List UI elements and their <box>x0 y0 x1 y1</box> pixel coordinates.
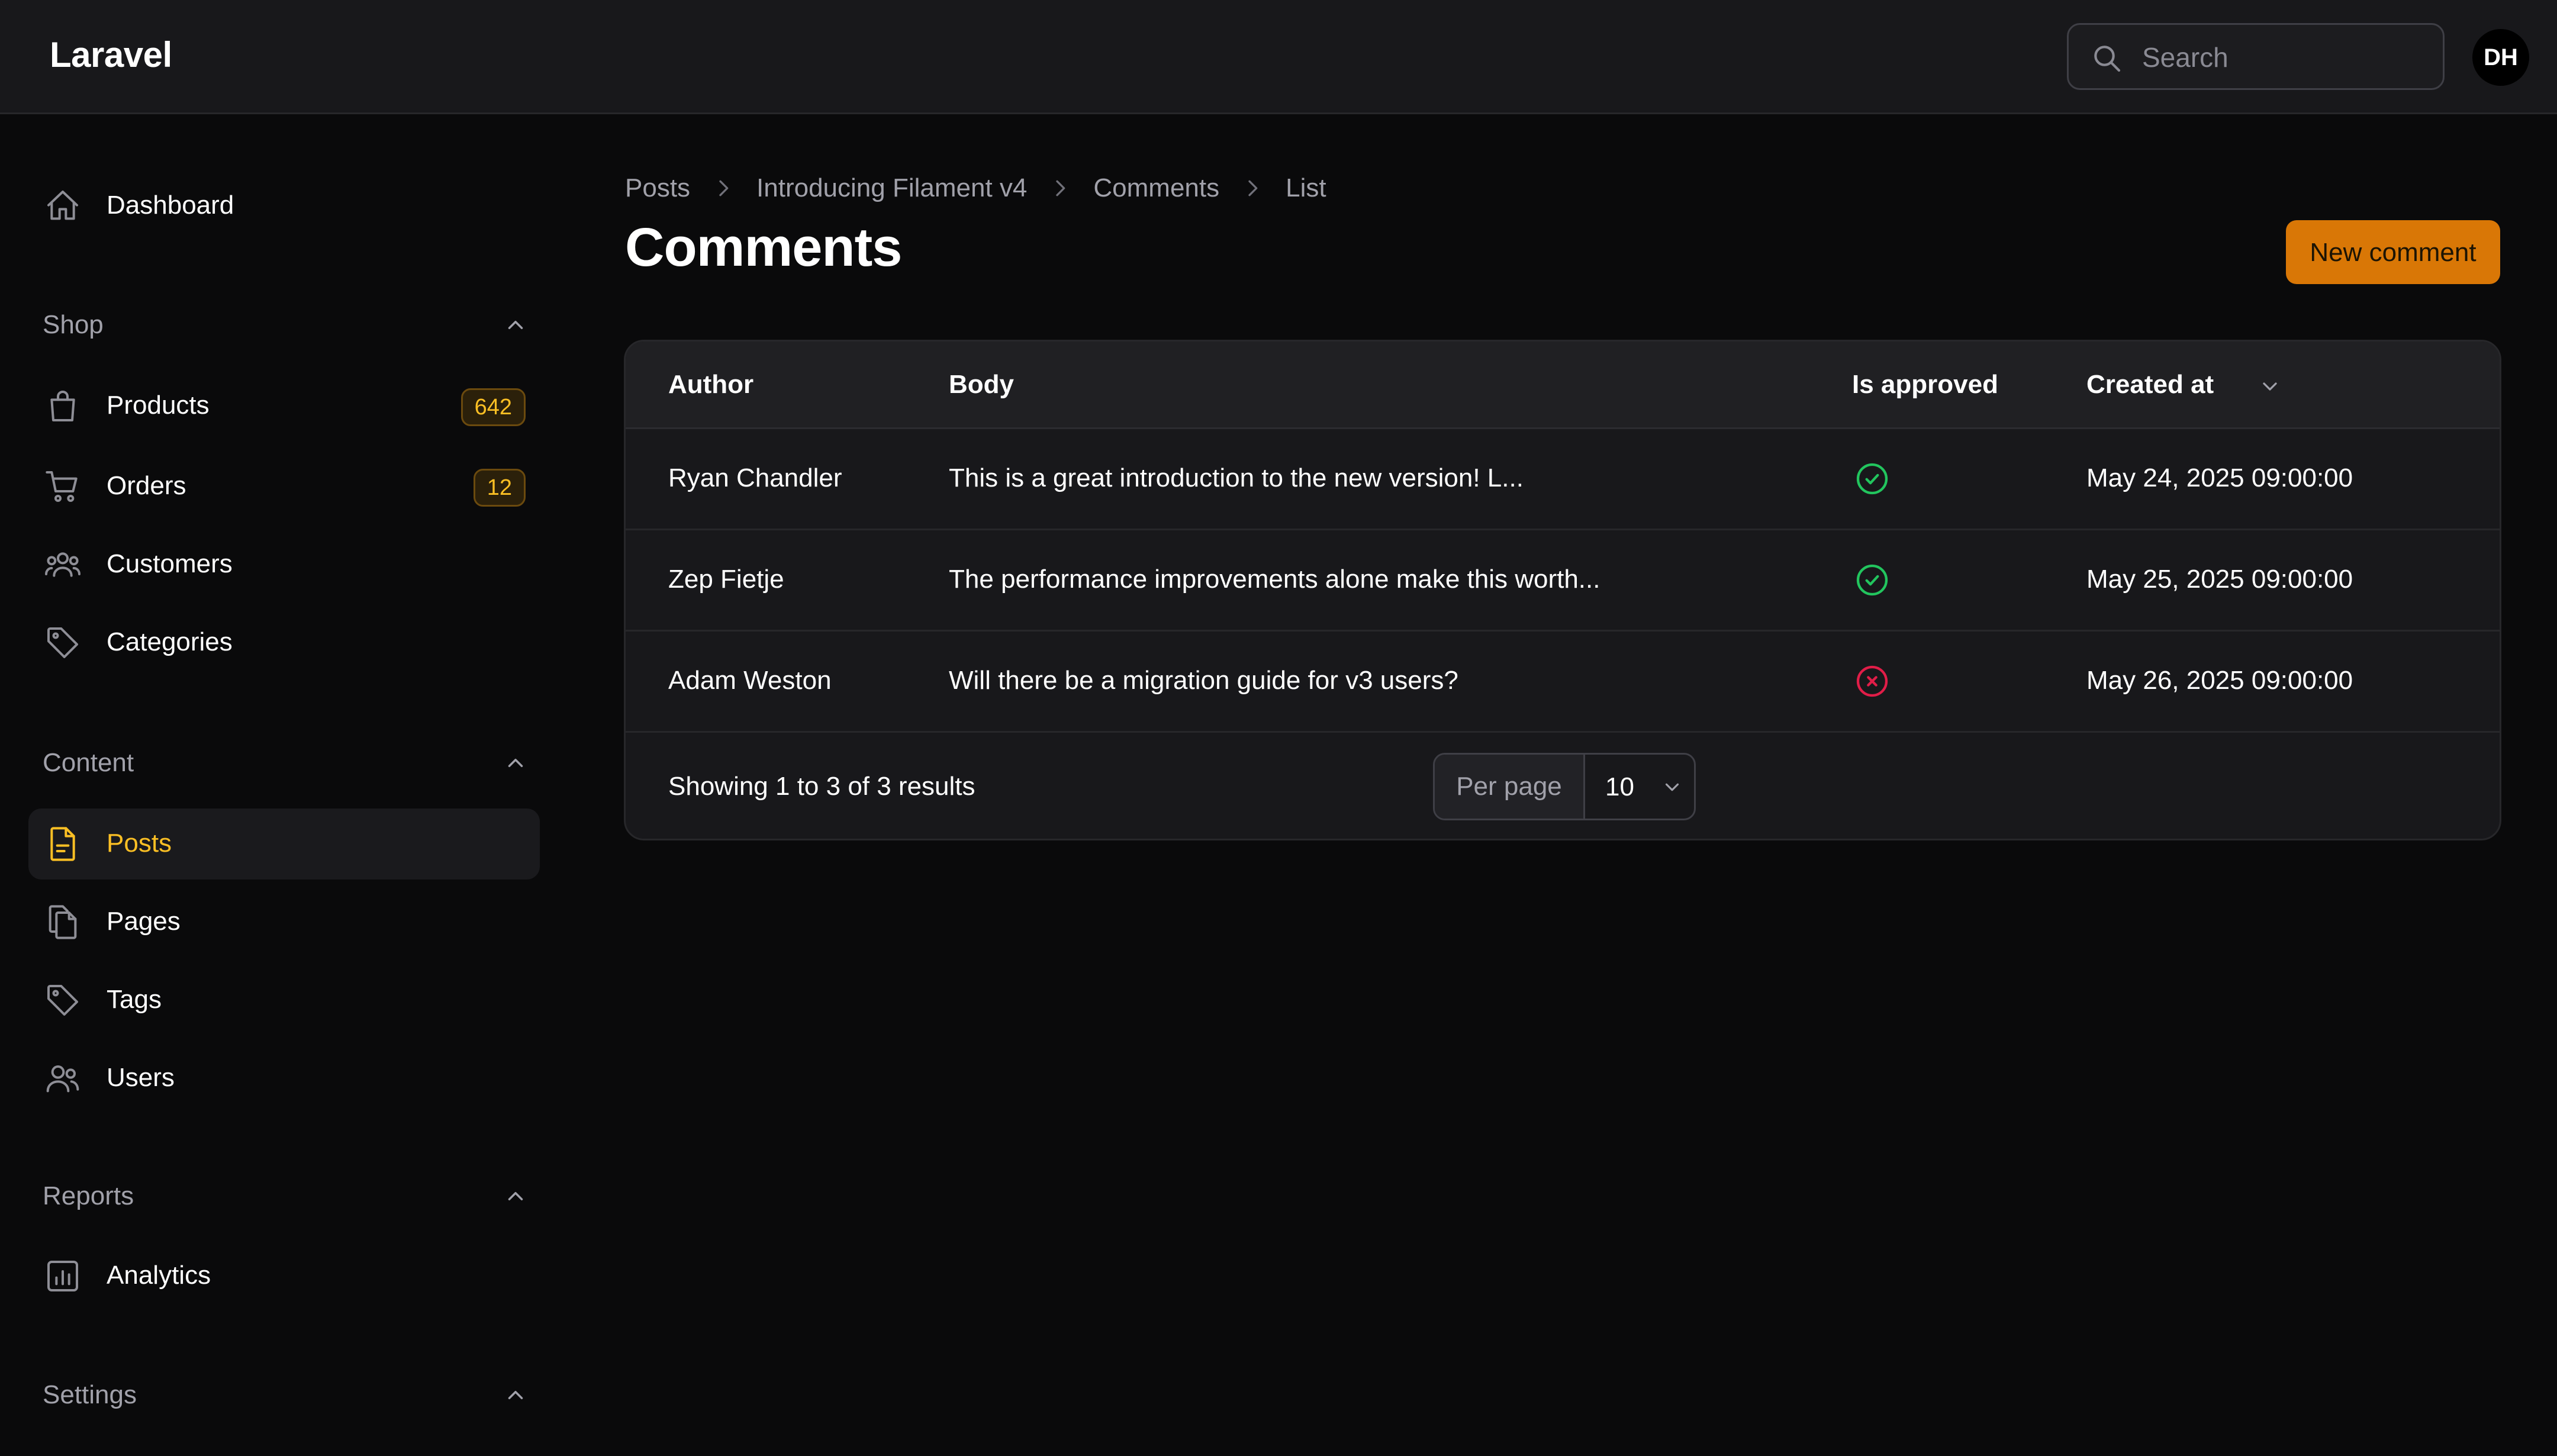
cell-body: This is a great introduction to the new … <box>949 463 1524 492</box>
per-page-label: Per page <box>1435 755 1585 819</box>
sidebar-item-label: Pages <box>107 907 181 936</box>
cell-body: The performance improvements alone make … <box>949 565 1600 594</box>
user-group-icon <box>45 552 80 577</box>
table-row[interactable]: Ryan Chandler This is a great introducti… <box>626 429 2500 530</box>
per-page-select[interactable]: Per page 10 <box>1433 753 1696 820</box>
column-header-created-at[interactable]: Created at <box>2086 370 2214 400</box>
search-input[interactable] <box>2141 37 2425 78</box>
sidebar-item-analytics[interactable]: Analytics <box>28 1241 540 1312</box>
sidebar-item-label: Orders <box>107 471 186 500</box>
top-bar: Laravel DH <box>0 0 2557 114</box>
cell-created-at: May 25, 2025 09:00:00 <box>2086 565 2353 594</box>
table-row[interactable]: Adam Weston Will there be a migration gu… <box>626 632 2500 733</box>
cell-body: Will there be a migration guide for v3 u… <box>949 666 1458 695</box>
count-badge: 12 <box>473 469 526 507</box>
group-header-settings[interactable]: Settings <box>43 1374 528 1416</box>
sidebar-item-label: Users <box>107 1063 175 1092</box>
shopping-cart-icon <box>46 471 78 502</box>
per-page-value[interactable]: 10 <box>1605 772 1634 802</box>
group-header-shop[interactable]: Shop <box>43 304 528 346</box>
group-label: Settings <box>43 1380 137 1409</box>
column-header-is-approved: Is approved <box>1852 370 1998 399</box>
page-title: Comments <box>625 217 902 278</box>
group-header-reports[interactable]: Reports <box>43 1175 528 1217</box>
check-circle-icon <box>1856 463 1888 495</box>
column-header-author: Author <box>668 370 754 399</box>
chevron-up-icon[interactable] <box>503 1184 528 1209</box>
group-label: Content <box>43 748 134 777</box>
chevron-up-icon[interactable] <box>503 1383 528 1407</box>
tag-icon <box>47 985 78 1016</box>
sidebar-item-orders[interactable]: Orders 12 <box>28 451 540 522</box>
sidebar-item-posts[interactable]: Posts <box>28 808 540 880</box>
users-icon <box>46 1065 79 1093</box>
sidebar-item-users[interactable]: Users <box>28 1043 540 1114</box>
cell-created-at: May 26, 2025 09:00:00 <box>2086 666 2353 695</box>
sidebar-item-products[interactable]: Products 642 <box>28 371 540 442</box>
group-label: Reports <box>43 1181 134 1210</box>
sidebar-item-tags[interactable]: Tags <box>28 965 540 1036</box>
group-header-content[interactable]: Content <box>43 742 528 784</box>
document-duplicate-icon <box>49 905 77 939</box>
breadcrumb: Posts Introducing Filament v4 Comments L… <box>625 170 1326 206</box>
sidebar-item-customers[interactable]: Customers <box>28 529 540 600</box>
sidebar-item-label: Posts <box>107 829 172 858</box>
sidebar-item-label: Analytics <box>107 1261 211 1290</box>
chevron-right-icon <box>719 180 729 197</box>
breadcrumb-post[interactable]: Introducing Filament v4 <box>756 173 1027 203</box>
results-summary: Showing 1 to 3 of 3 results <box>668 772 975 801</box>
breadcrumb-comments[interactable]: Comments <box>1093 173 1219 203</box>
chevron-up-icon[interactable] <box>503 313 528 337</box>
chevron-down-icon[interactable] <box>2258 375 2282 398</box>
sidebar-item-dashboard[interactable]: Dashboard <box>28 170 540 241</box>
avatar[interactable]: DH <box>2472 29 2529 86</box>
chevron-up-icon[interactable] <box>503 750 528 775</box>
count-badge: 642 <box>460 388 526 426</box>
cell-created-at: May 24, 2025 09:00:00 <box>2086 463 2353 492</box>
sidebar-item-label: Products <box>107 391 210 420</box>
group-label: Shop <box>43 310 104 339</box>
chart-bar-icon <box>47 1261 78 1291</box>
breadcrumb-posts[interactable]: Posts <box>625 173 690 203</box>
table-row[interactable]: Zep Fietje The performance improvements … <box>626 530 2500 632</box>
tag-icon <box>47 627 78 658</box>
x-circle-icon <box>1856 665 1888 697</box>
table-header: Author Body Is approved Created at <box>626 342 2500 429</box>
chevron-right-icon <box>1248 180 1258 197</box>
chevron-down-icon[interactable] <box>1661 776 1683 798</box>
chevron-right-icon <box>1056 180 1065 197</box>
sidebar: Dashboard Shop Products 642 Orders 12 Cu… <box>0 116 568 1456</box>
new-comment-button[interactable]: New comment <box>2286 220 2500 284</box>
sidebar-item-pages[interactable]: Pages <box>28 887 540 958</box>
shopping-bag-icon <box>50 391 75 421</box>
brand-logo[interactable]: Laravel <box>50 34 172 75</box>
search-icon <box>2094 46 2121 72</box>
check-circle-icon <box>1856 564 1888 596</box>
cell-author: Ryan Chandler <box>668 463 842 492</box>
table-footer: Showing 1 to 3 of 3 results Per page 10 <box>626 734 2500 839</box>
home-icon <box>47 191 78 220</box>
sidebar-item-label: Customers <box>107 549 233 578</box>
sidebar-item-label: Categories <box>107 627 233 656</box>
breadcrumb-list: List <box>1286 173 1326 202</box>
comments-table: Author Body Is approved Created at Ryan … <box>624 340 2501 840</box>
search-box[interactable] <box>2067 23 2445 90</box>
cell-author: Zep Fietje <box>668 565 784 594</box>
cell-author: Adam Weston <box>668 666 832 695</box>
sidebar-item-categories[interactable]: Categories <box>28 607 540 678</box>
sidebar-item-label: Dashboard <box>107 191 234 220</box>
sidebar-item-label: Tags <box>107 985 162 1014</box>
document-text-icon <box>50 827 75 861</box>
column-header-body: Body <box>949 370 1014 399</box>
